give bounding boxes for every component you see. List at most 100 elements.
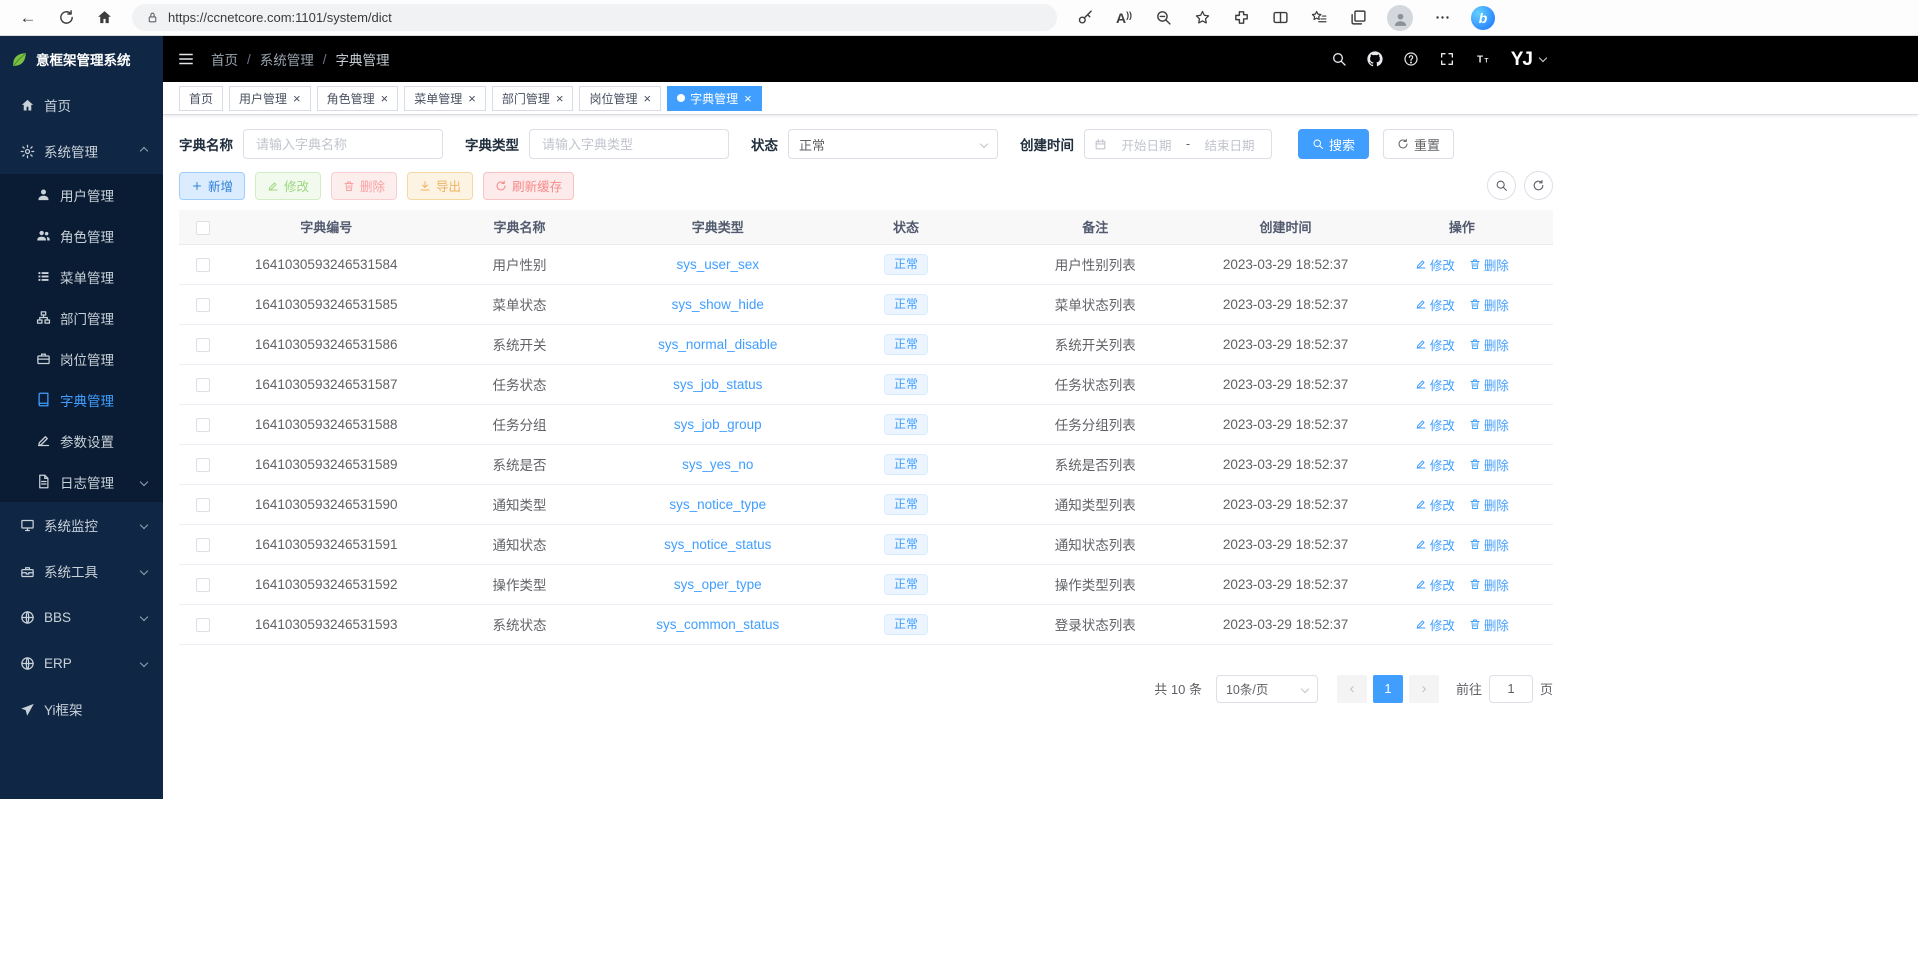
delete-button[interactable]: 删除 [331,172,397,200]
close-icon[interactable]: × [643,92,651,105]
row-edit-button[interactable]: 修改 [1415,335,1455,354]
browser-home-button[interactable] [86,3,122,33]
reset-button[interactable]: 重置 [1383,129,1454,159]
fullscreen-icon[interactable] [1439,51,1455,67]
refresh-table-button[interactable] [1524,171,1553,200]
dict-type-link[interactable]: sys_job_status [673,377,762,392]
more-menu-icon[interactable] [1424,3,1460,33]
tab-menu-mgmt[interactable]: 菜单管理× [404,86,486,111]
page-number-button[interactable]: 1 [1373,675,1403,703]
favorites-add-icon[interactable] [1184,3,1220,33]
row-checkbox[interactable] [196,378,210,392]
row-edit-button[interactable]: 修改 [1415,535,1455,554]
help-icon[interactable] [1403,51,1419,67]
row-delete-button[interactable]: 删除 [1469,615,1509,634]
close-icon[interactable]: × [556,92,564,105]
date-range-picker[interactable]: 开始日期 - 结束日期 [1084,129,1272,159]
row-checkbox[interactable] [196,618,210,632]
sidebar-item-yi-framework[interactable]: Yi框架 [0,686,163,732]
close-icon[interactable]: × [381,92,389,105]
favorites-bar-icon[interactable] [1301,3,1337,33]
row-edit-button[interactable]: 修改 [1415,295,1455,314]
prev-page-button[interactable]: ‹ [1337,675,1367,703]
split-screen-icon[interactable] [1262,3,1298,33]
tab-dict-mgmt[interactable]: 字典管理× [667,86,762,111]
row-edit-button[interactable]: 修改 [1415,415,1455,434]
row-checkbox[interactable] [196,498,210,512]
dict-type-link[interactable]: sys_job_group [674,417,762,432]
tab-dept-mgmt[interactable]: 部门管理× [492,86,574,111]
row-edit-button[interactable]: 修改 [1415,455,1455,474]
sidebar-toggle-button[interactable] [177,50,195,68]
search-button[interactable]: 搜索 [1298,129,1369,159]
sidebar-item-system-mgmt[interactable]: 系统管理 [0,128,163,174]
dict-type-link[interactable]: sys_user_sex [676,257,759,272]
user-logo[interactable]: YJ [1511,50,1532,69]
sidebar-item-system-tools[interactable]: 系统工具 [0,548,163,594]
tab-user-mgmt[interactable]: 用户管理× [229,86,311,111]
row-checkbox[interactable] [196,418,210,432]
row-delete-button[interactable]: 删除 [1469,415,1509,434]
select-all-checkbox[interactable] [196,221,210,235]
row-delete-button[interactable]: 删除 [1469,335,1509,354]
row-delete-button[interactable]: 删除 [1469,255,1509,274]
sidebar-item-post-mgmt[interactable]: 岗位管理 [0,338,163,379]
sidebar-item-param-settings[interactable]: 参数设置 [0,420,163,461]
goto-page-input[interactable] [1489,675,1533,703]
tab-post-mgmt[interactable]: 岗位管理× [579,86,661,111]
row-edit-button[interactable]: 修改 [1415,375,1455,394]
sidebar-item-home[interactable]: 首页 [0,82,163,128]
dict-type-link[interactable]: sys_oper_type [674,577,762,592]
sidebar-item-bbs[interactable]: BBS [0,594,163,640]
row-delete-button[interactable]: 删除 [1469,495,1509,514]
sidebar-item-dict-mgmt[interactable]: 字典管理 [0,379,163,420]
zoom-icon[interactable] [1145,3,1181,33]
sidebar-item-role-mgmt[interactable]: 角色管理 [0,215,163,256]
add-button[interactable]: 新增 [179,172,245,200]
reload-button[interactable] [48,3,84,33]
tab-home[interactable]: 首页 [179,86,223,111]
close-icon[interactable]: × [293,92,301,105]
sidebar-item-user-mgmt[interactable]: 用户管理 [0,174,163,215]
close-icon[interactable]: × [468,92,476,105]
row-edit-button[interactable]: 修改 [1415,615,1455,634]
font-size-icon[interactable]: TT [1475,51,1491,67]
read-aloud-icon[interactable]: A)) [1106,3,1142,33]
next-page-button[interactable]: › [1409,675,1439,703]
collections-icon[interactable] [1340,3,1376,33]
row-delete-button[interactable]: 删除 [1469,375,1509,394]
github-icon[interactable] [1367,51,1383,67]
back-button[interactable]: ← [10,3,46,33]
dict-type-link[interactable]: sys_show_hide [672,297,764,312]
close-icon[interactable]: × [744,92,752,105]
address-bar[interactable]: https://ccnetcore.com:1101/system/dict [132,4,1057,31]
bing-copilot-icon[interactable]: b [1471,6,1495,30]
dict-type-link[interactable]: sys_yes_no [682,457,753,472]
modify-button[interactable]: 修改 [255,172,321,200]
dict-type-link[interactable]: sys_common_status [656,617,779,632]
row-delete-button[interactable]: 删除 [1469,295,1509,314]
sidebar-item-menu-mgmt[interactable]: 菜单管理 [0,256,163,297]
tab-role-mgmt[interactable]: 角色管理× [317,86,399,111]
row-delete-button[interactable]: 删除 [1469,575,1509,594]
dict-type-link[interactable]: sys_notice_status [664,537,771,552]
app-logo[interactable]: 意框架管理系统 [0,36,163,82]
profile-avatar[interactable] [1387,5,1413,31]
row-edit-button[interactable]: 修改 [1415,255,1455,274]
dict-name-input[interactable] [243,129,443,159]
row-edit-button[interactable]: 修改 [1415,495,1455,514]
row-delete-button[interactable]: 删除 [1469,455,1509,474]
breadcrumb-item[interactable]: 首页 [211,49,238,69]
sidebar-item-log-mgmt[interactable]: 日志管理 [0,461,163,502]
sidebar-item-erp[interactable]: ERP [0,640,163,686]
dict-type-link[interactable]: sys_notice_type [669,497,766,512]
breadcrumb-item[interactable]: 系统管理 [260,49,314,69]
row-delete-button[interactable]: 删除 [1469,535,1509,554]
browser-essentials-icon[interactable] [1223,3,1259,33]
password-key-icon[interactable] [1067,3,1103,33]
refresh-cache-button[interactable]: 刷新缓存 [483,172,574,200]
export-button[interactable]: 导出 [407,172,473,200]
dict-type-link[interactable]: sys_normal_disable [658,337,777,352]
row-checkbox[interactable] [196,578,210,592]
sidebar-item-dept-mgmt[interactable]: 部门管理 [0,297,163,338]
